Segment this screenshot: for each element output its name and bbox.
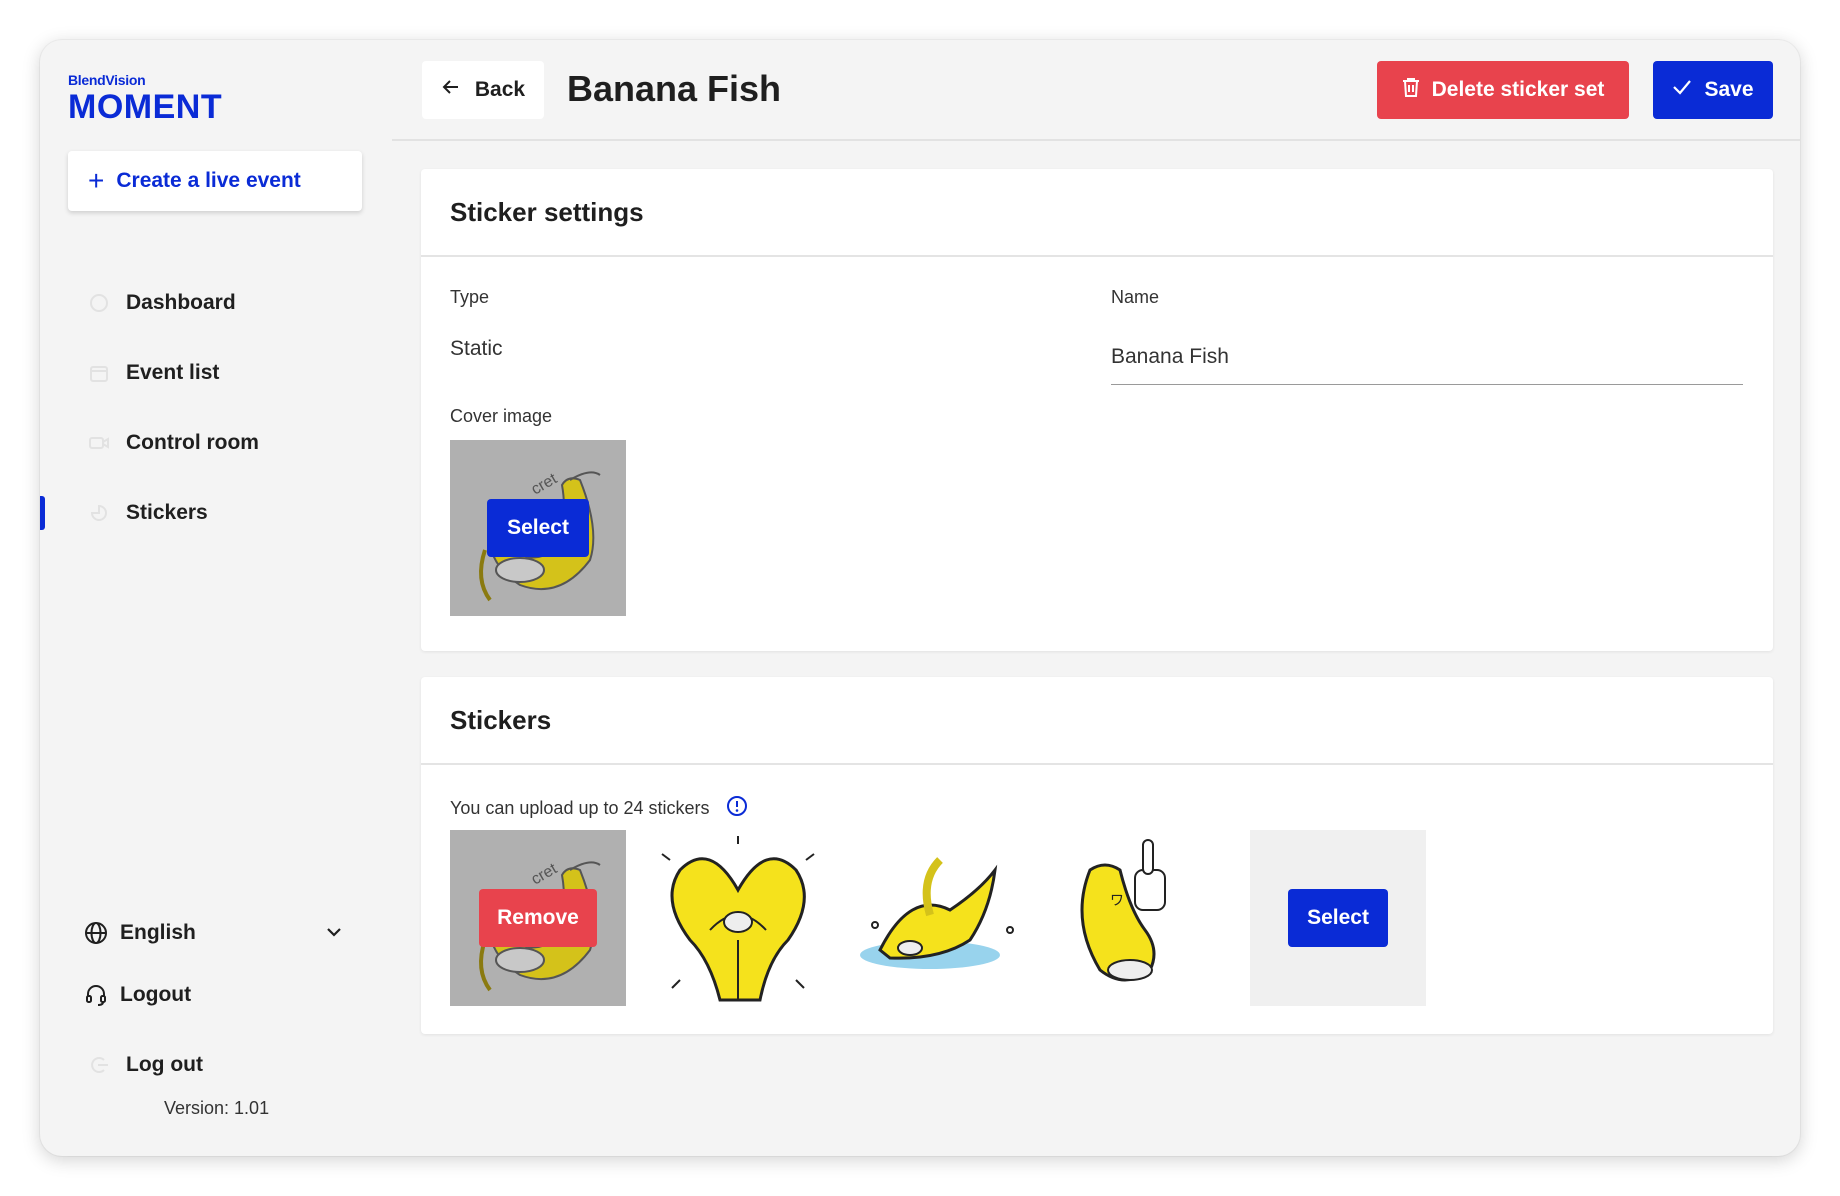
sticker-item-4[interactable]: ワ <box>1050 830 1226 1006</box>
dashboard-icon <box>88 292 110 314</box>
sticker-item-1[interactable]: cret Remove <box>450 830 626 1006</box>
name-label: Name <box>1111 287 1160 307</box>
stickers-card: Stickers You can upload up to 24 sticker… <box>421 677 1773 1034</box>
sticker-select-button[interactable]: Select <box>1288 889 1388 947</box>
sidebar-item-logout[interactable]: Logout <box>40 970 392 1020</box>
sidebar-item-label: Dashboard <box>126 291 236 314</box>
language-selector[interactable]: English <box>84 908 384 958</box>
banana-pointing-sticker-icon: ワ <box>1080 839 1166 982</box>
sticker-settings-heading: Sticker settings <box>421 169 1773 257</box>
sidebar-item-label: Event list <box>126 361 220 384</box>
sticker-icon <box>88 502 110 524</box>
cover-select-button[interactable]: Select <box>487 499 589 557</box>
delete-sticker-set-button[interactable]: Delete sticker set <box>1377 61 1629 119</box>
trash-icon <box>1402 77 1420 103</box>
brand-small: BlendVision <box>68 72 146 88</box>
sidebar-item-stickers[interactable]: Stickers <box>40 488 392 538</box>
add-sticker-slot: Select <box>1250 830 1426 1006</box>
banana-melting-sticker-icon <box>860 857 1014 969</box>
sidebar-item-label: Control room <box>126 431 259 454</box>
page-title: Banana Fish <box>567 68 782 109</box>
save-button[interactable]: Save <box>1653 61 1773 119</box>
sidebar: BlendVision MOMENT + Create a live event… <box>40 40 392 1156</box>
video-camera-icon <box>88 432 110 454</box>
svg-text:ワ: ワ <box>1110 892 1124 908</box>
sticker-settings-card: Sticker settings Type Static Name Cover … <box>421 169 1773 651</box>
page-header: Back Banana Fish Delete sticker set Save <box>392 40 1800 141</box>
back-label: Back <box>474 78 526 101</box>
svg-text:cret: cret <box>529 860 561 888</box>
name-field[interactable] <box>1111 329 1743 385</box>
sidebar-item-log-out[interactable]: Log out <box>40 1040 392 1090</box>
stickers-heading: Stickers <box>421 677 1773 765</box>
plus-icon: + <box>88 165 105 196</box>
cover-image-label: Cover image <box>450 406 553 426</box>
sidebar-item-control-room[interactable]: Control room <box>40 418 392 468</box>
arrow-left-icon <box>441 77 461 103</box>
upload-limit-text: You can upload up to 24 stickers <box>450 798 710 818</box>
type-label: Type <box>450 287 490 307</box>
sidebar-item-dashboard[interactable]: Dashboard <box>40 278 392 328</box>
banana-heart-sticker-icon <box>661 836 815 1002</box>
version-text: Version: 1.01 <box>164 1098 270 1118</box>
cover-image-thumbnail: cret Select <box>450 440 626 616</box>
app-window: BlendVision MOMENT + Create a live event… <box>40 40 1800 1156</box>
log-out-label: Log out <box>126 1053 203 1076</box>
chevron-down-icon <box>324 922 344 948</box>
type-value: Static <box>450 337 503 360</box>
language-label: English <box>120 921 196 944</box>
calendar-icon <box>88 362 110 384</box>
sticker-item-2[interactable] <box>650 830 826 1006</box>
sidebar-item-event-list[interactable]: Event list <box>40 348 392 398</box>
headset-icon <box>84 983 108 1007</box>
info-icon[interactable] <box>726 795 748 822</box>
sticker-item-3[interactable] <box>850 830 1026 1006</box>
remove-sticker-button[interactable]: Remove <box>479 889 597 947</box>
create-live-event-label: Create a live event <box>116 169 301 192</box>
upload-limit-note: You can upload up to 24 stickers <box>450 795 748 822</box>
brand-name: MOMENT <box>68 88 223 126</box>
save-label: Save <box>1704 78 1754 101</box>
sidebar-item-label: Stickers <box>126 501 208 524</box>
globe-icon <box>84 921 108 945</box>
back-button[interactable]: Back <box>422 61 544 119</box>
logout-label: Logout <box>120 983 192 1006</box>
check-icon <box>1672 77 1692 103</box>
delete-sticker-set-label: Delete sticker set <box>1431 78 1605 101</box>
svg-text:cret: cret <box>529 470 561 498</box>
create-live-event-button[interactable]: + Create a live event <box>68 151 362 211</box>
brand-logo: BlendVision MOMENT <box>68 72 222 124</box>
log-out-icon <box>88 1054 110 1076</box>
